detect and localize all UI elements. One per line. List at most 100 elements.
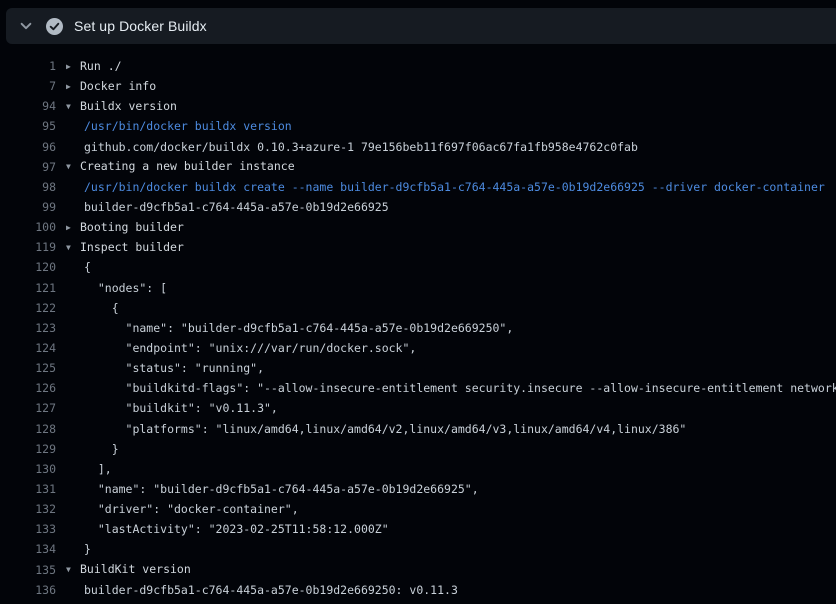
log-group-row[interactable]: 119 ▼Inspect builder [0,237,836,257]
log-lines: 1▶Run ./7▶Docker info94▼Buildx version95… [0,56,836,600]
line-content: "buildkitd-flags": "--allow-insecure-ent… [66,378,836,398]
line-content: { [66,257,91,277]
log-line: 127 "buildkit": "v0.11.3", [0,398,836,418]
line-number[interactable]: 99 [0,197,56,217]
line-content: /usr/bin/docker buildx version [66,116,292,136]
output-text: "status": "running", [66,361,264,375]
log-group-row[interactable]: 7 ▶Docker info [0,76,836,96]
group-title[interactable]: BuildKit version [80,562,191,576]
group-title[interactable]: Booting builder [80,220,184,234]
log-line: 131 "name": "builder-d9cfb5a1-c764-445a-… [0,479,836,499]
command-text: /usr/bin/docker buildx create --name bui… [66,180,825,194]
line-content: ▼Inspect builder [66,237,184,258]
log-viewer: 1▶Run ./7▶Docker info94▼Buildx version95… [0,56,836,600]
line-content: "status": "running", [66,358,264,378]
line-number[interactable]: 124 [0,338,56,358]
log-group-row[interactable]: 94 ▼Buildx version [0,96,836,116]
line-number[interactable]: 1 [0,56,56,76]
output-text: "buildkitd-flags": "--allow-insecure-ent… [66,381,836,395]
line-content: "platforms": "linux/amd64,linux/amd64/v2… [66,419,686,439]
line-number[interactable]: 131 [0,479,56,499]
log-line: 121 "nodes": [ [0,278,836,298]
line-content: ▶Booting builder [66,217,184,238]
log-line: 132 "driver": "docker-container", [0,499,836,519]
line-number[interactable]: 136 [0,580,56,600]
line-number[interactable]: 95 [0,116,56,136]
log-group-row[interactable]: 1 ▶Run ./ [0,56,836,76]
output-text: } [66,442,119,456]
group-title[interactable]: Run ./ [80,59,122,73]
line-number[interactable]: 132 [0,499,56,519]
log-line: 98/usr/bin/docker buildx create --name b… [0,177,836,197]
output-text: "driver": "docker-container", [66,502,299,516]
output-text: builder-d9cfb5a1-c764-445a-a57e-0b19d2e6… [66,583,458,597]
line-number[interactable]: 96 [0,137,56,157]
group-title[interactable]: Inspect builder [80,240,184,254]
line-number[interactable]: 122 [0,298,56,318]
output-text: "nodes": [ [66,281,167,295]
group-expanded-icon[interactable]: ▼ [66,238,80,258]
log-group-row[interactable]: 100 ▶Booting builder [0,217,836,237]
line-number[interactable]: 98 [0,177,56,197]
group-collapsed-icon[interactable]: ▶ [66,218,80,238]
log-line: 130 ], [0,459,836,479]
log-line: 133 "lastActivity": "2023-02-25T11:58:12… [0,519,836,539]
log-group-row[interactable]: 135 ▼BuildKit version [0,560,836,580]
line-content: builder-d9cfb5a1-c764-445a-a57e-0b19d2e6… [66,197,389,217]
group-title[interactable]: Creating a new builder instance [80,159,295,173]
line-number[interactable]: 94 [0,96,56,116]
line-number[interactable]: 119 [0,237,56,257]
step-header[interactable]: Set up Docker Buildx [6,8,836,44]
line-number[interactable]: 100 [0,217,56,237]
command-text: /usr/bin/docker buildx version [66,119,292,133]
line-content: "lastActivity": "2023-02-25T11:58:12.000… [66,519,389,539]
line-number[interactable]: 125 [0,358,56,378]
output-text: "endpoint": "unix:///var/run/docker.sock… [66,341,416,355]
log-line: 122 { [0,298,836,318]
line-number[interactable]: 135 [0,560,56,580]
log-line: 99 builder-d9cfb5a1-c764-445a-a57e-0b19d2… [0,197,836,217]
line-number[interactable]: 120 [0,257,56,277]
log-line: 126 "buildkitd-flags": "--allow-insecure… [0,378,836,398]
line-number[interactable]: 127 [0,398,56,418]
group-expanded-icon[interactable]: ▼ [66,560,80,580]
line-number[interactable]: 129 [0,439,56,459]
line-number[interactable]: 121 [0,278,56,298]
line-number[interactable]: 97 [0,157,56,177]
log-line: 96 github.com/docker/buildx 0.10.3+azure-… [0,137,836,157]
log-line: 134} [0,539,836,559]
group-title[interactable]: Docker info [80,79,156,93]
group-expanded-icon[interactable]: ▼ [66,97,80,117]
output-text: "lastActivity": "2023-02-25T11:58:12.000… [66,522,389,536]
line-content: "name": "builder-d9cfb5a1-c764-445a-a57e… [66,318,513,338]
line-number[interactable]: 7 [0,76,56,96]
output-text: builder-d9cfb5a1-c764-445a-a57e-0b19d2e6… [66,200,389,214]
line-number[interactable]: 126 [0,378,56,398]
line-content: "nodes": [ [66,278,167,298]
output-text: { [66,301,119,315]
line-content: ], [66,459,112,479]
line-number[interactable]: 123 [0,318,56,338]
line-content: builder-d9cfb5a1-c764-445a-a57e-0b19d2e6… [66,580,458,600]
line-number[interactable]: 128 [0,419,56,439]
output-text: "platforms": "linux/amd64,linux/amd64/v2… [66,422,686,436]
group-collapsed-icon[interactable]: ▶ [66,57,80,77]
output-text: "name": "builder-d9cfb5a1-c764-445a-a57e… [66,482,479,496]
output-text: ], [66,462,112,476]
line-number[interactable]: 130 [0,459,56,479]
check-circle-icon [44,16,64,36]
line-number[interactable]: 133 [0,519,56,539]
line-content: "name": "builder-d9cfb5a1-c764-445a-a57e… [66,479,479,499]
line-content: github.com/docker/buildx 0.10.3+azure-1 … [66,137,638,157]
group-expanded-icon[interactable]: ▼ [66,157,80,177]
log-line: 120 { [0,257,836,277]
line-number[interactable]: 134 [0,539,56,559]
log-line: 128 "platforms": "linux/amd64,linux/amd6… [0,419,836,439]
group-collapsed-icon[interactable]: ▶ [66,77,80,97]
chevron-down-icon[interactable] [14,14,38,38]
line-content: ▶Run ./ [66,56,122,77]
log-line: 124 "endpoint": "unix:///var/run/docker.… [0,338,836,358]
log-group-row[interactable]: 97 ▼Creating a new builder instance [0,157,836,177]
log-line: 123 "name": "builder-d9cfb5a1-c764-445a-… [0,318,836,338]
group-title[interactable]: Buildx version [80,99,177,113]
